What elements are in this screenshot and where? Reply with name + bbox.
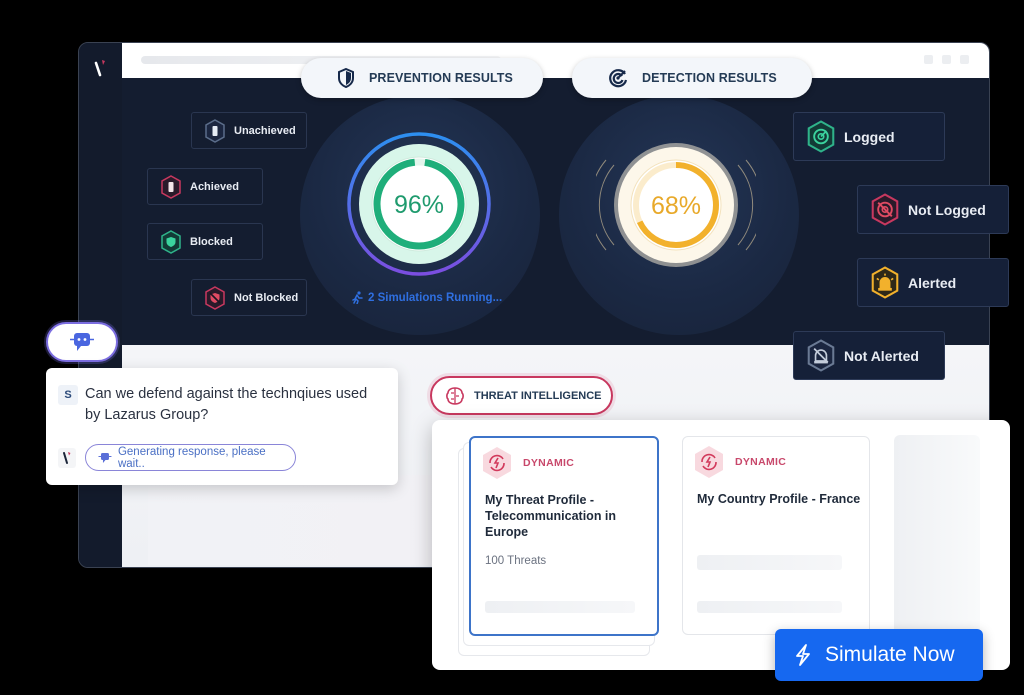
window-control[interactable]: [942, 55, 951, 64]
simulations-running-label: 2 Simulations Running...: [368, 291, 503, 304]
threat-intelligence-header[interactable]: THREAT INTELLIGENCE: [430, 376, 613, 415]
status-not-logged[interactable]: Not Logged: [857, 185, 1009, 234]
detection-results-header[interactable]: DETECTION RESULTS: [572, 58, 812, 98]
status-unachieved[interactable]: Unachieved: [191, 112, 307, 149]
status-label: Not Alerted: [844, 347, 919, 364]
prevention-results-header[interactable]: PREVENTION RESULTS: [301, 58, 543, 98]
status-label: Logged: [844, 128, 895, 145]
prevention-score-gauge: 96%: [347, 132, 491, 276]
card-threat-count: 100 Threats: [485, 555, 547, 567]
window-control[interactable]: [960, 55, 969, 64]
lightning-icon: [796, 644, 810, 666]
chatbot-icon: [98, 452, 112, 463]
status-label: Achieved: [190, 180, 239, 193]
shield-icon: [338, 68, 354, 88]
skeleton-line: [697, 601, 842, 613]
threat-profile-card[interactable]: DYNAMIC My Threat Profile - Telecommunic…: [469, 436, 659, 636]
vendor-logo: [94, 60, 105, 77]
status-not-alerted[interactable]: Not Alerted: [793, 331, 945, 380]
prevention-header-label: PREVENTION RESULTS: [369, 71, 513, 85]
status-logged[interactable]: Logged: [793, 112, 945, 161]
generating-response-status: Generating response, please wait..: [85, 444, 296, 471]
assistant-avatar: [58, 448, 76, 468]
dynamic-tag: DYNAMIC: [481, 446, 574, 480]
dynamic-tag: DYNAMIC: [693, 445, 786, 479]
chatbot-button[interactable]: [46, 322, 118, 362]
status-blocked[interactable]: Blocked: [147, 223, 263, 260]
radar-icon: [807, 120, 835, 153]
status-label: Not Blocked: [234, 291, 299, 304]
simulations-running-status[interactable]: 2 Simulations Running...: [352, 291, 502, 304]
siren-icon: [871, 266, 899, 299]
dynamic-sync-icon: [483, 447, 511, 479]
simulate-now-button[interactable]: Simulate Now: [775, 629, 983, 681]
dynamic-sync-icon: [695, 446, 723, 478]
detection-score-gauge: 68%: [596, 143, 756, 267]
simulate-now-label: Simulate Now: [825, 643, 955, 666]
status-achieved[interactable]: Achieved: [147, 168, 263, 205]
skeleton-line: [485, 601, 635, 613]
status-label: Alerted: [908, 274, 957, 291]
shield-off-icon: [205, 285, 225, 310]
vendor-logo: [63, 452, 71, 464]
chat-question: Can we defend against the technqiues use…: [85, 386, 368, 423]
radar-off-icon: [871, 193, 899, 226]
sidebar: [79, 43, 122, 567]
status-label: Unachieved: [234, 124, 296, 137]
status-alerted[interactable]: Alerted: [857, 258, 1009, 307]
prevention-score-label: 96%: [394, 191, 444, 219]
radar-icon: [609, 69, 628, 88]
chatbot-icon: [70, 333, 94, 351]
window-controls: [924, 55, 969, 64]
card-title: My Threat Profile - Telecommunication in…: [485, 493, 617, 539]
country-profile-card[interactable]: DYNAMIC My Country Profile - France: [682, 436, 870, 635]
browser-topbar: [122, 43, 989, 78]
dynamic-label: DYNAMIC: [523, 457, 575, 469]
detection-header-label: DETECTION RESULTS: [642, 71, 777, 85]
generating-response-label: Generating response, please wait..: [117, 445, 266, 470]
dynamic-label: DYNAMIC: [735, 456, 787, 468]
shield-check-icon: [161, 229, 181, 254]
bell-off-icon: [807, 339, 835, 372]
running-icon: [352, 291, 363, 304]
brain-icon: [446, 386, 464, 405]
detection-score-label: 68%: [651, 192, 701, 220]
placeholder-card: [894, 435, 980, 635]
achieved-icon: [161, 174, 181, 199]
skeleton-line: [697, 555, 842, 570]
threat-intelligence-label: THREAT INTELLIGENCE: [474, 389, 602, 402]
chat-card: S Can we defend against the technqiues u…: [46, 368, 398, 485]
window-control[interactable]: [924, 55, 933, 64]
user-avatar: S: [58, 385, 78, 405]
status-label: Blocked: [190, 235, 233, 248]
status-label: Not Logged: [908, 201, 986, 218]
status-not-blocked[interactable]: Not Blocked: [191, 279, 307, 316]
unachieved-icon: [205, 118, 225, 143]
card-title: My Country Profile - France: [697, 492, 861, 506]
